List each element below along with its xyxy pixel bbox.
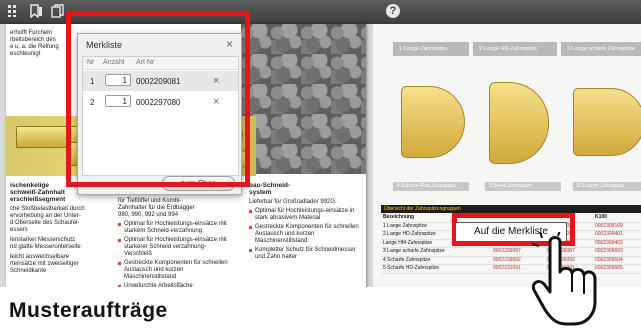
help-icon[interactable]: ? xyxy=(386,4,400,18)
table-cell: 0002209087 xyxy=(493,248,521,254)
text-line: Zahnhalter für die Erdbagger xyxy=(118,205,195,211)
table-cell: 0002209092 xyxy=(493,256,521,263)
table-cell: 0002231091 xyxy=(493,265,521,271)
text-line: che Stoßbelastbarkeit durch xyxy=(10,206,85,212)
section-heading: system xyxy=(249,189,272,196)
text-line: Schneidkante xyxy=(10,268,47,274)
grid-icon[interactable] xyxy=(6,4,22,20)
strip-label: 1 Lange Zahnspitze xyxy=(393,42,469,56)
text-line: nd glatte Messerunterseite xyxy=(10,244,81,250)
table-cell: 0002309169 xyxy=(595,222,623,229)
tooth-image xyxy=(401,86,465,158)
strip-label: 2 Lange HD-Zahnspitze xyxy=(473,42,557,56)
text-line: lenstarker Messerschutz xyxy=(10,237,76,243)
gravel-photo xyxy=(241,24,366,174)
column-header: Bezeichnung xyxy=(383,214,415,220)
section-heading: bau-Schneid- xyxy=(249,182,291,189)
middle-column-text: für Tieflöffel und Kombi- Zahnhalter für… xyxy=(118,198,228,290)
left-column-text: ischenkelige schweiß-Zahnhalt erschleißs… xyxy=(10,182,100,275)
page-heading: Musteraufträge xyxy=(9,299,168,322)
text-line: Lieferbar für Großradlader 992G xyxy=(249,199,336,205)
highlight-frame-dialog xyxy=(66,11,250,187)
text-line: ervorhebung an der Unter- xyxy=(10,213,81,219)
bullet-item: Kompletter Schutz für Schneidmesser und … xyxy=(249,247,359,261)
table-cell: 5 Scharfe HD-Zahnspitze xyxy=(383,265,440,271)
hand-cursor-icon xyxy=(532,232,597,326)
bullet-item: Optimal für Hochleistungs-einsätze mit s… xyxy=(118,237,228,258)
tooth-image xyxy=(573,88,641,156)
bullet-item: Optimal für Hochleistungs-einsätze in st… xyxy=(249,208,359,222)
table-cell: 3 Lange scharfe Zahnspitze xyxy=(383,248,445,254)
table-cell: 4 Scharfe Zahnspitze xyxy=(383,256,431,263)
text-line: essers xyxy=(10,227,28,233)
tooth-image xyxy=(489,82,549,164)
section-heading: erschleißsegment xyxy=(10,196,66,203)
tooth-label: 6 Scharfe Zahnspitze xyxy=(573,182,641,191)
bullet-item: Gestreckte Komponenten für schnellen Aus… xyxy=(249,224,359,245)
bullet-item: Gestreckte Komponenten für schnellen Aus… xyxy=(118,260,228,281)
right-column-text: bau-Schneid- system Lieferbar für Großra… xyxy=(249,182,359,261)
table-cell: 1 Lange Zahnspitze xyxy=(383,222,427,229)
text-line: rteinsätze mit zweiseitiger xyxy=(10,261,79,267)
tooth-label: 4 Scharfe Plan Zahnspitze xyxy=(393,182,469,191)
text-line: 980, 990, 992 und 994 xyxy=(118,212,179,218)
table-cell: 2 Lange HD-Zahnspitze xyxy=(383,231,436,237)
table-title: Übersicht der Zahnspitzengruppen xyxy=(381,205,641,213)
text-line: leicht auswechselbare xyxy=(10,254,70,260)
text-line: d Oberseite des Schaufel- xyxy=(10,220,80,226)
bookmark-icon[interactable] xyxy=(28,4,44,20)
strip-label: 3 Lange scharfe Zahnspitze xyxy=(561,42,641,56)
table-cell: Lange HM-Zahnspitze xyxy=(383,239,433,246)
bullet-item: Optimal für Hochleistungs-einsätze mit s… xyxy=(118,221,228,235)
tooth-label: 5 Breite Zahnspitze xyxy=(485,182,561,191)
text-line: für Tieflöffel und Kombi- xyxy=(118,198,182,204)
column-header: K100 xyxy=(595,214,607,220)
pages-icon[interactable] xyxy=(50,4,66,20)
